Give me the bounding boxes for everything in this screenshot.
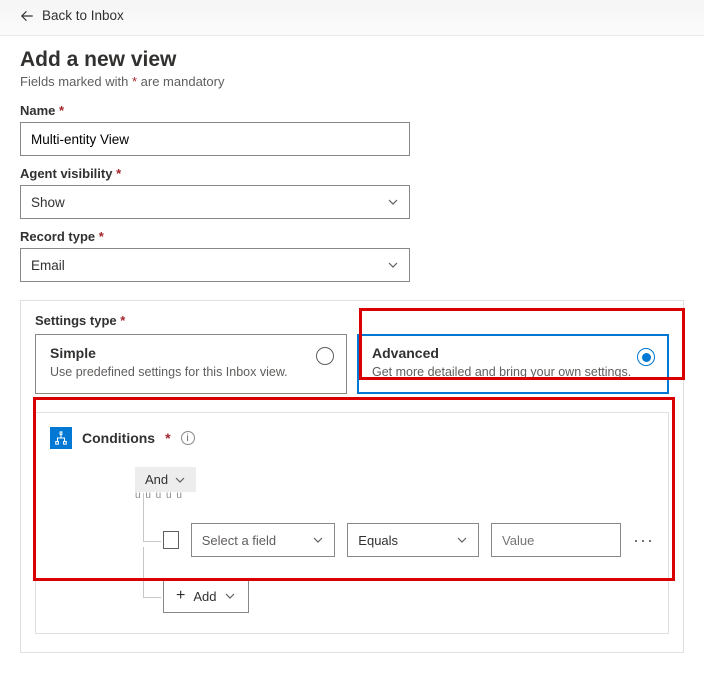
radio-selected-icon bbox=[637, 348, 655, 366]
add-condition-button[interactable]: + Add bbox=[163, 579, 249, 613]
info-icon[interactable]: i bbox=[181, 431, 195, 445]
condition-value-input[interactable] bbox=[491, 523, 621, 557]
advanced-title: Advanced bbox=[372, 345, 654, 361]
plus-icon: + bbox=[176, 587, 185, 605]
group-operator-value: And bbox=[145, 472, 168, 487]
hierarchy-icon bbox=[50, 427, 72, 449]
record-type-value: Email bbox=[31, 258, 65, 273]
settings-type-simple[interactable]: Simple Use predefined settings for this … bbox=[35, 334, 347, 394]
agent-visibility-value: Show bbox=[31, 195, 65, 210]
advanced-desc: Get more detailed and bring your own set… bbox=[372, 365, 654, 379]
chevron-down-icon bbox=[387, 259, 399, 271]
simple-desc: Use predefined settings for this Inbox v… bbox=[50, 365, 332, 379]
chevron-down-icon bbox=[456, 534, 468, 546]
condition-operator-select[interactable]: Equals bbox=[347, 523, 479, 557]
settings-type-advanced[interactable]: Advanced Get more detailed and bring you… bbox=[357, 334, 669, 394]
name-input[interactable] bbox=[20, 122, 410, 156]
condition-checkbox[interactable] bbox=[163, 531, 179, 549]
back-to-inbox-link[interactable]: Back to Inbox bbox=[0, 0, 144, 31]
chevron-down-icon bbox=[312, 534, 324, 546]
chevron-down-icon bbox=[224, 590, 236, 602]
condition-field-select[interactable]: Select a field bbox=[191, 523, 336, 557]
group-bracket-decoration: u u u u u bbox=[135, 490, 654, 501]
conditions-label: Conditions bbox=[82, 430, 155, 446]
settings-type-label: Settings type * bbox=[35, 313, 669, 328]
mandatory-note: Fields marked with * are mandatory bbox=[20, 74, 684, 89]
agent-visibility-label: Agent visibility * bbox=[20, 166, 684, 181]
group-operator-select[interactable]: And bbox=[135, 467, 196, 492]
record-type-select[interactable]: Email bbox=[20, 248, 410, 282]
arrow-left-icon bbox=[20, 9, 34, 23]
condition-field-placeholder: Select a field bbox=[202, 533, 276, 548]
name-label: Name * bbox=[20, 103, 684, 118]
page-title: Add a new view bbox=[20, 48, 684, 72]
agent-visibility-select[interactable]: Show bbox=[20, 185, 410, 219]
condition-row: Select a field Equals ··· bbox=[163, 523, 654, 557]
condition-operator-value: Equals bbox=[358, 533, 398, 548]
simple-title: Simple bbox=[50, 345, 332, 361]
chevron-down-icon bbox=[174, 474, 186, 486]
settings-type-panel: Settings type * Simple Use predefined se… bbox=[20, 300, 684, 653]
condition-more-button[interactable]: ··· bbox=[633, 535, 654, 545]
radio-unselected-icon bbox=[316, 347, 334, 365]
conditions-block: Conditions * i And u u u u u Select a fi… bbox=[35, 412, 669, 634]
record-type-label: Record type * bbox=[20, 229, 684, 244]
back-label: Back to Inbox bbox=[42, 8, 124, 23]
chevron-down-icon bbox=[387, 196, 399, 208]
